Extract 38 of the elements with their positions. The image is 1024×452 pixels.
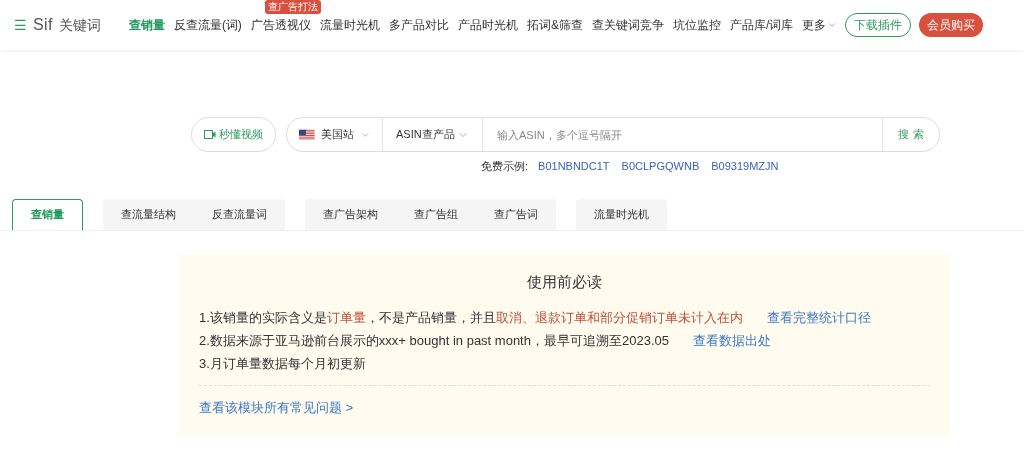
tab[interactable]: 流量时光机 — [576, 198, 667, 230]
site-dropdown[interactable]: 美国站 — [287, 118, 383, 151]
nav-link[interactable]: 坑位监控 — [672, 16, 721, 34]
nav-link[interactable]: 产品库/词库 — [729, 16, 794, 34]
examples-label: 免费示例: — [481, 159, 529, 174]
menu-icon[interactable]: ☰ — [14, 14, 27, 36]
nav-link[interactable]: 查销量 — [128, 16, 165, 34]
notice-text: 3.月订单量数据每个月初更新 — [199, 354, 366, 373]
nav-link[interactable]: 广告透视仪 — [250, 16, 311, 34]
notice-text: 1.该销量的实际含义是订单量，不是产品销量，并且取消、退款订单和部分促销订单未计入在内 — [199, 308, 743, 327]
buy-button[interactable]: 会员购买 — [919, 13, 984, 37]
notice-link[interactable]: 查看完整统计口径 — [766, 307, 871, 328]
tab[interactable]: 查广告架构 — [305, 198, 396, 230]
notice-text: 2.数据来源于亚马逊前台展示的xxx+ bought in past month，最早可追溯至2023.05 — [199, 331, 669, 350]
nav-link[interactable]: 拓词&筛查 — [526, 16, 583, 34]
nav-link[interactable]: 产品时光机 — [457, 16, 518, 34]
nav-badge: 查广告打法 — [264, 0, 321, 14]
logo-subtitle: 关键词 — [58, 15, 101, 35]
notice-title: 使用前必读 — [526, 271, 603, 292]
flag-icon — [299, 128, 315, 141]
video-icon — [204, 130, 216, 139]
tab[interactable]: 反查流量词 — [194, 198, 285, 230]
faq-link[interactable]: 查看该模块所有常见问题 > — [199, 400, 354, 415]
logo-text: Sif — [33, 15, 53, 35]
search-button[interactable]: 搜 索 — [883, 118, 939, 151]
example-link[interactable]: B09319MZJN — [711, 158, 779, 175]
tab[interactable]: 查流量结构 — [103, 198, 194, 230]
nav-link[interactable]: 更多 — [802, 16, 827, 34]
nav-link[interactable]: 流量时光机 — [319, 16, 380, 34]
notice-link[interactable]: 查看数据出处 — [692, 330, 771, 351]
nav-link[interactable]: 查关键词竞争 — [591, 16, 664, 34]
tab[interactable]: 查销量 — [12, 198, 83, 230]
nav-link[interactable]: 多产品对比 — [388, 16, 449, 34]
nav-link[interactable]: 反查流量(词) — [173, 16, 242, 34]
tab[interactable]: 查广告组 — [396, 198, 476, 230]
tab[interactable]: 查广告词 — [476, 198, 556, 230]
example-link[interactable]: B01NBNDC1T — [538, 158, 610, 175]
example-link[interactable]: B0CLPGQWNB — [621, 158, 700, 175]
